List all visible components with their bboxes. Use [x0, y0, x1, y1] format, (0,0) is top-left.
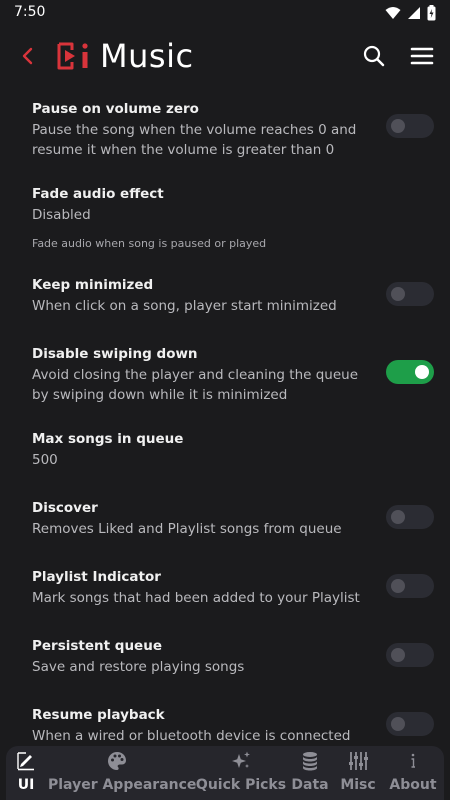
menu-icon[interactable]	[410, 44, 434, 68]
battery-icon	[427, 5, 436, 21]
nav-label: Data	[291, 777, 329, 793]
info-icon	[411, 753, 415, 768]
app-title: Music	[100, 37, 194, 75]
app-logo-icon	[57, 42, 88, 70]
toggle-knob	[415, 365, 429, 379]
setting-title: Max songs in queue	[32, 431, 184, 447]
sparkle-icon	[232, 751, 250, 768]
nav-tab-player-appearance[interactable]: Player Appearance	[48, 746, 197, 800]
sliders-icon	[349, 752, 368, 770]
back-button[interactable]	[16, 44, 40, 68]
setting-value: 500	[32, 452, 58, 468]
keep-minimized-toggle[interactable]	[386, 282, 434, 306]
nav-label: Player Appearance	[48, 777, 197, 793]
nav-tab-quick-picks[interactable]: Quick Picks	[194, 746, 288, 800]
bottom-nav: UI Player Appearance Quick Picks Data Mi…	[6, 746, 444, 800]
edit-icon	[17, 752, 34, 771]
setting-title: Pause on volume zero	[32, 101, 199, 117]
setting-title: Disable swiping down	[32, 346, 198, 362]
setting-persistent-queue[interactable]: Persistent queue Save and restore playin…	[32, 637, 432, 677]
setting-description: When a wired or bluetooth device is conn…	[32, 728, 351, 744]
discover-toggle[interactable]	[386, 505, 434, 529]
app-bar: Music	[0, 34, 450, 78]
setting-description: by swiping down while it is minimized	[32, 387, 288, 403]
playlist-indicator-toggle[interactable]	[386, 574, 434, 598]
nav-label: Misc	[340, 777, 376, 793]
setting-description: Mark songs that had been added to your P…	[32, 590, 360, 606]
nav-tab-data[interactable]: Data	[288, 746, 332, 800]
nav-tab-about[interactable]: About	[388, 746, 438, 800]
status-bar: 7:50	[0, 0, 450, 26]
setting-description: When click on a song, player start minim…	[32, 298, 337, 314]
setting-description: Save and restore playing songs	[32, 659, 245, 675]
setting-disable-swiping-down[interactable]: Disable swiping down Avoid closing the p…	[32, 345, 432, 405]
persistent-queue-toggle[interactable]	[386, 643, 434, 667]
setting-title: Keep minimized	[32, 277, 154, 293]
palette-icon	[108, 752, 126, 770]
setting-title: Persistent queue	[32, 638, 162, 654]
setting-description: Avoid closing the player and cleaning th…	[32, 367, 359, 383]
setting-keep-minimized[interactable]: Keep minimized When click on a song, pla…	[32, 276, 432, 316]
setting-title: Playlist Indicator	[32, 569, 161, 585]
search-icon[interactable]	[362, 44, 386, 68]
pause-on-volume-zero-toggle[interactable]	[386, 114, 434, 138]
setting-title: Discover	[32, 500, 98, 516]
resume-playback-toggle[interactable]	[386, 712, 434, 736]
setting-value: Disabled	[32, 207, 91, 223]
setting-fade-audio-effect[interactable]: Fade audio effect Disabled	[32, 185, 432, 225]
setting-title: Resume playback	[32, 707, 165, 723]
setting-note: Fade audio when song is paused or played	[32, 237, 267, 250]
signal-icon	[408, 7, 420, 19]
toggle-knob	[391, 119, 405, 133]
setting-max-songs-in-queue[interactable]: Max songs in queue 500	[32, 430, 432, 470]
nav-tab-ui[interactable]: UI	[10, 746, 42, 800]
nav-label: Quick Picks	[195, 777, 287, 793]
status-time: 7:50	[14, 4, 46, 20]
setting-description: resume it when the volume is greater tha…	[32, 142, 335, 158]
wifi-icon	[385, 7, 401, 19]
toggle-knob	[391, 510, 405, 524]
toggle-knob	[391, 717, 405, 731]
setting-playlist-indicator[interactable]: Playlist Indicator Mark songs that had b…	[32, 568, 432, 608]
toggle-knob	[391, 287, 405, 301]
setting-title: Fade audio effect	[32, 186, 164, 202]
setting-pause-on-volume-zero[interactable]: Pause on volume zero Pause the song when…	[32, 100, 432, 160]
setting-description: Pause the song when the volume reaches 0…	[32, 122, 357, 138]
toggle-knob	[391, 648, 405, 662]
nav-label: About	[389, 777, 437, 793]
setting-resume-playback[interactable]: Resume playback When a wired or bluetoot…	[32, 706, 432, 746]
status-icons	[385, 5, 436, 21]
nav-tab-misc[interactable]: Misc	[336, 746, 380, 800]
fade-audio-note: Fade audio when song is paused or played	[32, 236, 432, 252]
disable-swiping-down-toggle[interactable]	[386, 360, 434, 384]
setting-description: Removes Liked and Playlist songs from qu…	[32, 521, 342, 537]
setting-discover[interactable]: Discover Removes Liked and Playlist song…	[32, 499, 432, 539]
toggle-knob	[391, 579, 405, 593]
nav-label: UI	[17, 777, 35, 793]
database-icon	[303, 752, 317, 771]
